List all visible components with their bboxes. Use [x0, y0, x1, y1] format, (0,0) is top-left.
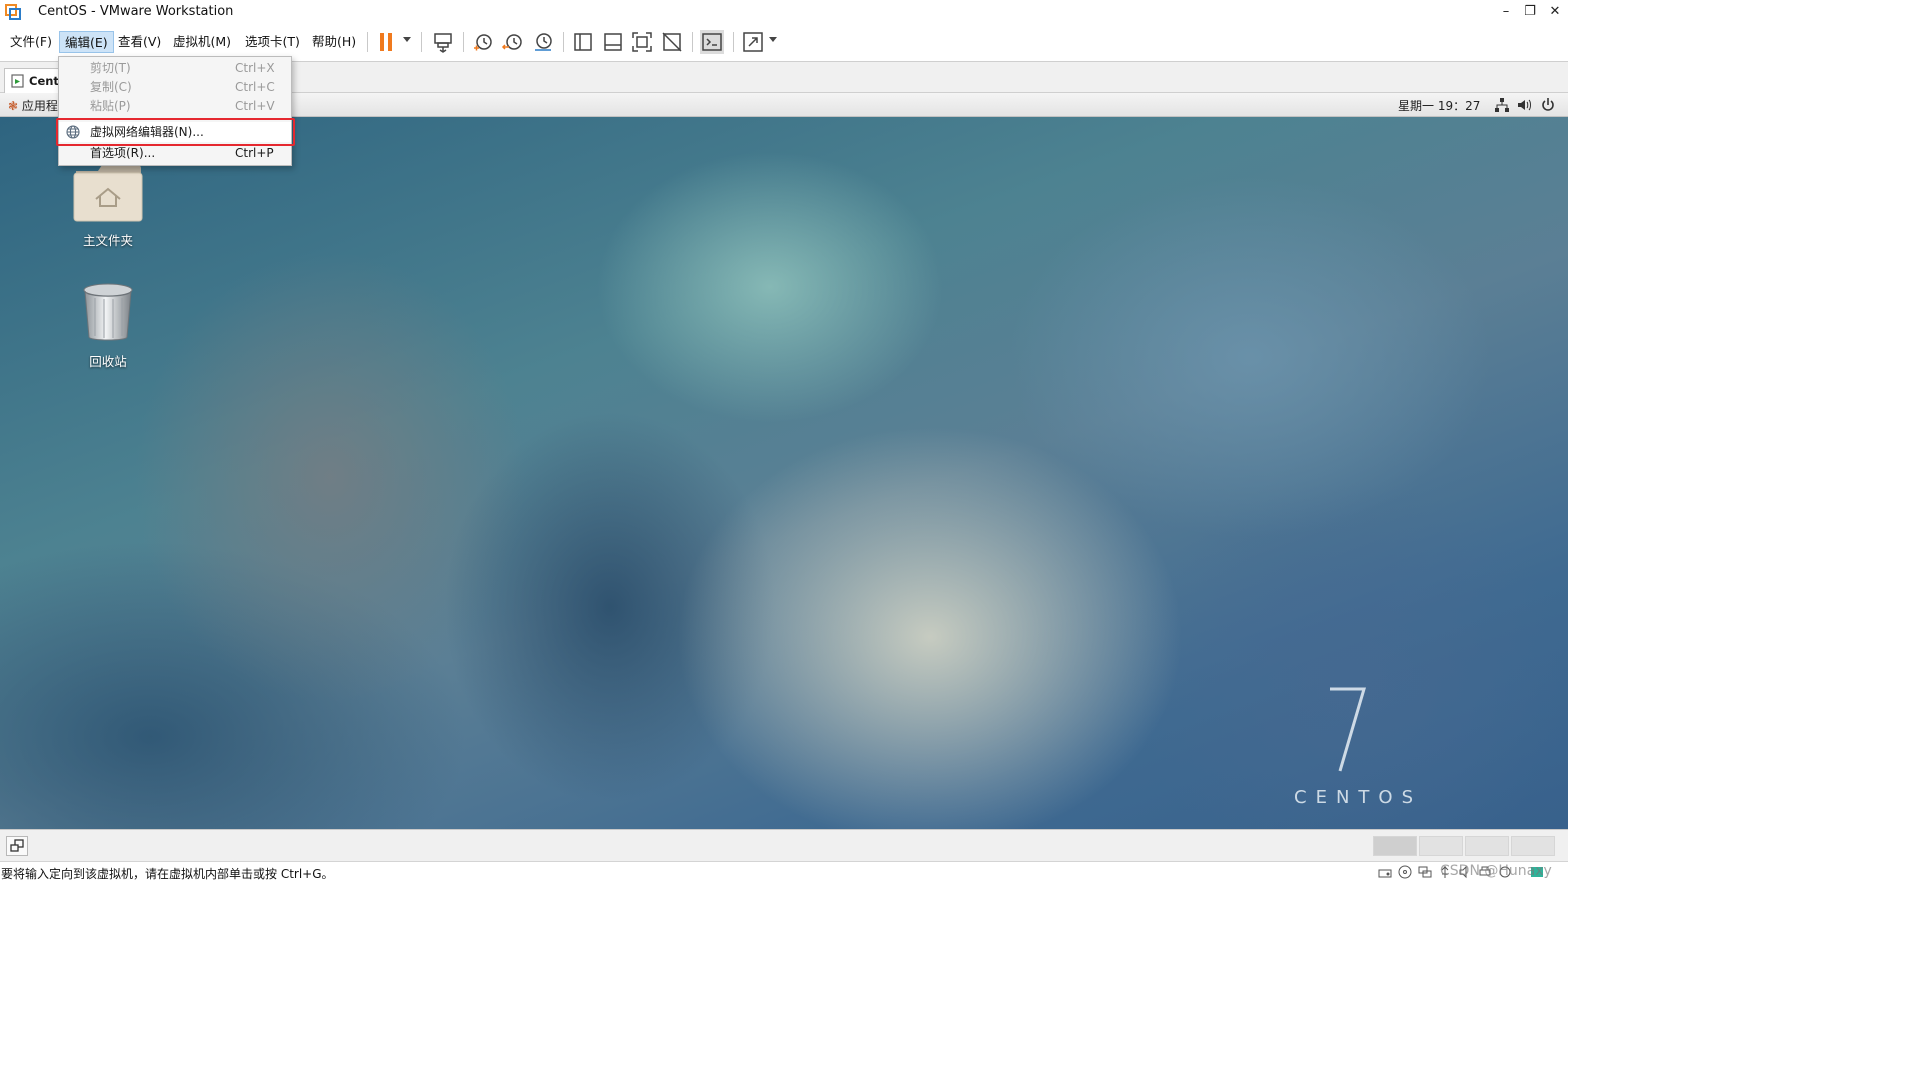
toolbar-separator: [733, 32, 734, 52]
guest-bottom-bar: [0, 829, 1568, 861]
snapshot-icon[interactable]: [471, 30, 495, 54]
menu-item-label: 粘贴(P): [90, 99, 131, 113]
gnome-foot-icon: ❃: [8, 99, 19, 113]
menu-view[interactable]: 查看(V): [113, 31, 166, 53]
menu-item-paste[interactable]: 粘贴(P) Ctrl+V: [59, 96, 291, 116]
pause-icon[interactable]: [375, 30, 399, 54]
menu-item-cut[interactable]: 剪切(T) Ctrl+X: [59, 58, 291, 78]
pause-dropdown-arrow-icon[interactable]: [403, 37, 411, 42]
status-message: 要将输入定向到该虚拟机，请在虚拟机内部单击或按 Ctrl+G。: [1, 867, 334, 881]
vm-tab-icon: [11, 74, 25, 88]
menu-item-shortcut: Ctrl+C: [235, 80, 275, 94]
window-title: CentOS - VMware Workstation: [38, 4, 234, 19]
status-bar: 要将输入定向到该虚拟机，请在虚拟机内部单击或按 Ctrl+G。 CSDN @Hu…: [0, 861, 1568, 882]
toolbar-separator: [463, 32, 464, 52]
snapshot-manager-icon[interactable]: [531, 30, 555, 54]
menu-item-label: 剪切(T): [90, 61, 131, 75]
toolbar-separator: [692, 32, 693, 52]
menu-vm[interactable]: 虚拟机(M): [168, 31, 236, 53]
cd-rom-icon[interactable]: [1398, 865, 1412, 879]
menu-tabs[interactable]: 选项卡(T): [240, 31, 305, 53]
csdn-watermark: CSDN @Hunaxy: [1440, 863, 1552, 879]
console-icon[interactable]: [700, 30, 724, 54]
minimize-button[interactable]: –: [1496, 2, 1516, 22]
toolbar-separator: [563, 32, 564, 52]
workspace-2[interactable]: [1419, 836, 1463, 856]
title-bar: CentOS - VMware Workstation – ❐ ✕: [0, 0, 1568, 24]
desktop-icon-label: 回收站: [89, 354, 127, 369]
workspace-3[interactable]: [1465, 836, 1509, 856]
menu-item-label: 复制(C): [90, 80, 132, 94]
menu-help[interactable]: 帮助(H): [307, 31, 361, 53]
menu-item-shortcut: Ctrl+P: [235, 146, 274, 160]
unity-icon[interactable]: [660, 30, 684, 54]
menu-item-shortcut: Ctrl+V: [235, 99, 275, 113]
clock[interactable]: 星期一 19：27: [1398, 97, 1480, 114]
menu-item-shortcut: Ctrl+X: [235, 61, 275, 75]
window-list-icon: [10, 839, 24, 852]
close-button[interactable]: ✕: [1545, 2, 1565, 22]
desktop-icon-home-folder[interactable]: 主文件夹: [60, 161, 156, 249]
toolbar-separator: [367, 32, 368, 52]
menu-item-copy[interactable]: 复制(C) Ctrl+C: [59, 77, 291, 97]
workspace-1[interactable]: [1373, 836, 1417, 856]
send-ctrl-alt-del-icon[interactable]: [431, 30, 455, 54]
revert-snapshot-icon[interactable]: [501, 30, 525, 54]
toolbar-separator: [421, 32, 422, 52]
menu-file[interactable]: 文件(F): [5, 31, 57, 53]
desktop-icon-trash[interactable]: 回收站: [60, 282, 156, 370]
network-icon[interactable]: [1494, 97, 1510, 113]
network-adapter-icon[interactable]: [1418, 865, 1432, 879]
edit-menu-dropdown: 剪切(T) Ctrl+X 复制(C) Ctrl+C 粘贴(P) Ctrl+V 虚…: [58, 56, 292, 166]
vmware-app-icon: [5, 4, 21, 20]
fullscreen-icon[interactable]: [630, 30, 654, 54]
thumbnail-view-icon[interactable]: [601, 30, 625, 54]
centos-seven-mark: [1330, 687, 1367, 772]
home-folder-icon: [73, 165, 143, 222]
trash-icon: [83, 283, 133, 341]
menu-item-preferences[interactable]: 首选项(R)... Ctrl+P: [59, 143, 291, 163]
show-desktop-button[interactable]: [6, 836, 28, 856]
menu-item-label: 首选项(R)...: [90, 146, 156, 160]
library-view-icon[interactable]: [571, 30, 595, 54]
hard-disk-icon[interactable]: [1378, 865, 1392, 879]
desktop-icon-label: 主文件夹: [82, 233, 133, 248]
volume-icon[interactable]: [1516, 97, 1532, 113]
restore-button[interactable]: ❐: [1520, 2, 1540, 22]
stretch-icon[interactable]: [741, 30, 765, 54]
power-icon[interactable]: [1540, 97, 1556, 113]
centos-wordmark: CENTOS: [1294, 787, 1422, 808]
guest-desktop[interactable]: 主文件夹 回收站 CENTOS: [0, 117, 1568, 829]
stretch-dropdown-arrow-icon[interactable]: [769, 37, 777, 42]
menu-edit[interactable]: 编辑(E): [59, 31, 114, 53]
menu-bar: 文件(F) 编辑(E) 查看(V) 虚拟机(M) 选项卡(T) 帮助(H): [0, 26, 1568, 57]
annotation-highlight-box: [56, 118, 295, 146]
workspace-4[interactable]: [1511, 836, 1555, 856]
